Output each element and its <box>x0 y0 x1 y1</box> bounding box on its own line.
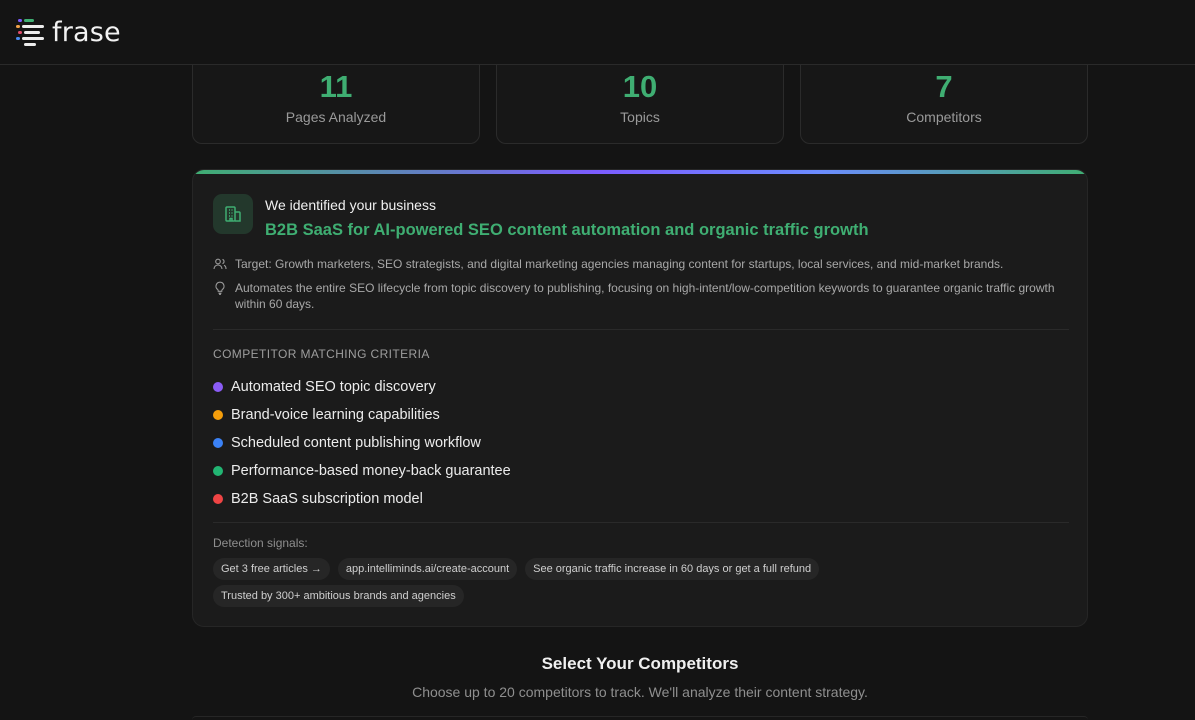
logo-wordmark: frase <box>52 16 121 48</box>
criteria-label: Automated SEO topic discovery <box>231 379 436 395</box>
competitor-list-top-edge <box>192 716 1088 720</box>
list-item: Performance-based money-back guarantee <box>213 457 511 485</box>
bullet-dot <box>213 494 223 504</box>
bullet-dot <box>213 438 223 448</box>
criteria-heading: COMPETITOR MATCHING CRITERIA <box>213 347 430 361</box>
criteria-label: Brand-voice learning capabilities <box>231 407 440 423</box>
users-icon <box>213 258 227 270</box>
signal-chip: app.intelliminds.ai/create-account <box>337 558 518 580</box>
criteria-label: B2B SaaS subscription model <box>231 491 423 507</box>
building-icon <box>213 194 253 234</box>
target-row: Target: Growth marketers, SEO strategist… <box>213 256 1065 272</box>
list-item: Brand-voice learning capabilities <box>213 401 511 429</box>
bullet-dot <box>213 466 223 476</box>
target-text: Target: Growth marketers, SEO strategist… <box>235 257 1004 271</box>
signal-chip: Get 3 free articles → <box>213 558 330 580</box>
criteria-label: Scheduled content publishing workflow <box>231 435 481 451</box>
signal-chips: Get 3 free articles → app.intelliminds.a… <box>213 558 893 607</box>
stat-label: Topics <box>620 109 660 125</box>
list-item: B2B SaaS subscription model <box>213 485 511 513</box>
bullet-dot <box>213 382 223 392</box>
business-kicker: We identified your business <box>265 197 436 213</box>
stat-value: 11 <box>319 69 353 104</box>
stat-value: 10 <box>622 69 658 104</box>
criteria-list: Automated SEO topic discovery Brand-voic… <box>213 373 511 513</box>
list-item: Automated SEO topic discovery <box>213 373 511 401</box>
bullet-dot <box>213 410 223 420</box>
value-prop-text: Automates the entire SEO lifecycle from … <box>235 281 1055 311</box>
section-divider <box>213 522 1069 523</box>
lightbulb-icon <box>215 281 225 295</box>
business-header: We identified your business B2B SaaS for… <box>213 194 869 240</box>
stat-value: 7 <box>935 69 953 104</box>
signals-heading: Detection signals: <box>213 536 308 550</box>
stat-label: Competitors <box>906 109 982 125</box>
criteria-label: Performance-based money-back guarantee <box>231 463 511 479</box>
list-item: Scheduled content publishing workflow <box>213 429 511 457</box>
stat-label: Pages Analyzed <box>285 109 387 125</box>
select-competitors-subtitle: Choose up to 20 competitors to track. We… <box>412 684 868 700</box>
select-competitors-title: Select Your Competitors <box>541 654 739 673</box>
card-accent-bar <box>193 170 1087 174</box>
section-divider <box>213 329 1069 330</box>
frase-logo-icon <box>16 19 44 46</box>
signal-chip: Trusted by 300+ ambitious brands and age… <box>213 585 464 607</box>
value-prop-row: Automates the entire SEO lifecycle from … <box>213 280 1065 312</box>
business-card: We identified your business B2B SaaS for… <box>192 169 1088 627</box>
signal-chip: See organic traffic increase in 60 days … <box>525 558 820 580</box>
top-bar: frase <box>0 0 1195 65</box>
business-title: B2B SaaS for AI-powered SEO content auto… <box>265 221 869 239</box>
frase-logo[interactable]: frase <box>16 17 121 48</box>
